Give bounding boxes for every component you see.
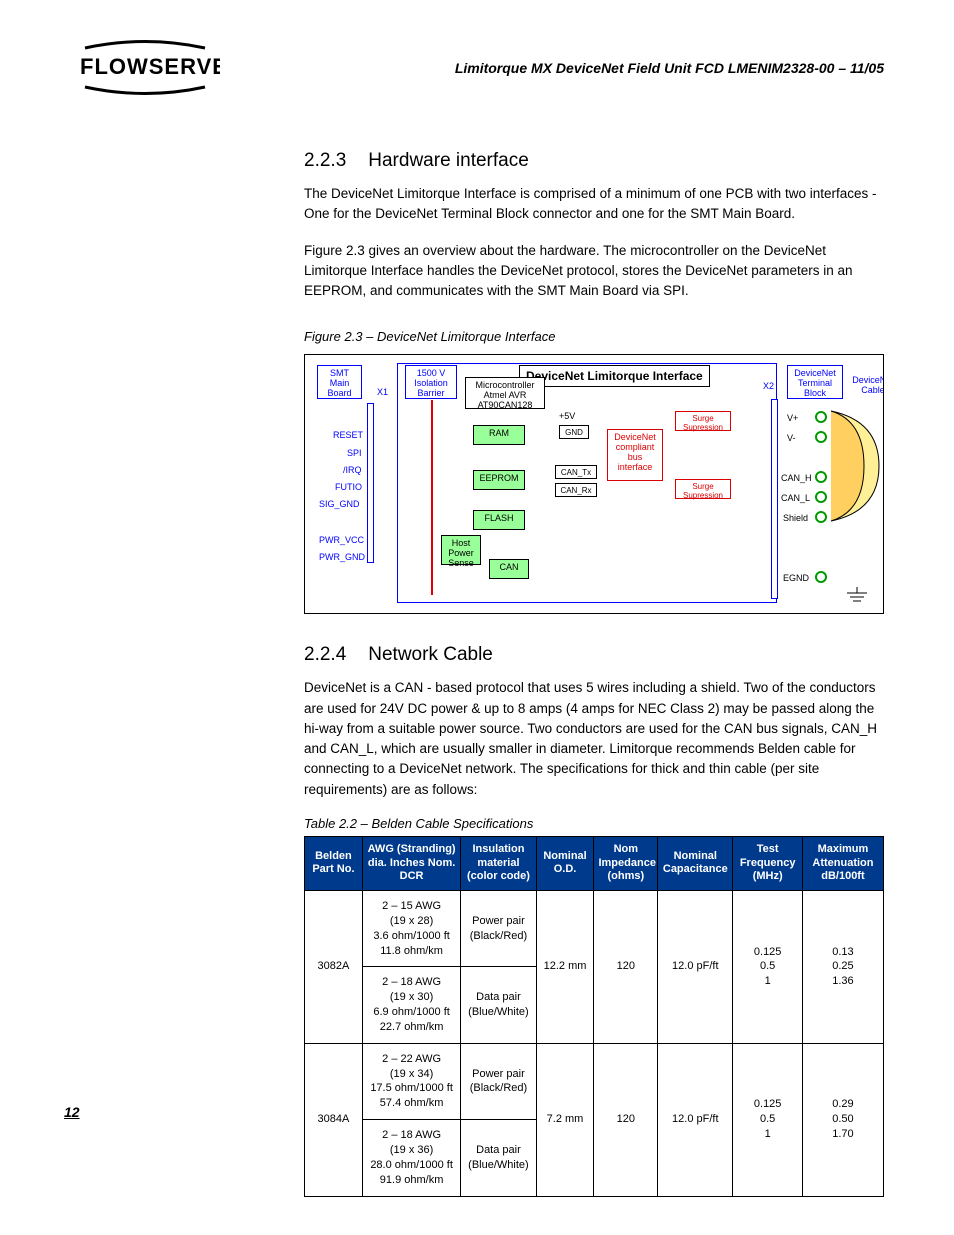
doc-header-title: Limitorque MX DeviceNet Field Unit FCD L… (455, 60, 884, 76)
section-223-p2: Figure 2.3 gives an overview about the h… (304, 241, 884, 302)
section-title: Network Cable (368, 644, 493, 665)
th-part: Belden Part No. (305, 836, 363, 890)
cell-od: 12.2 mm (536, 891, 594, 1044)
cell-ins: Data pair(Blue/White) (461, 967, 536, 1043)
bus-block: DeviceNet compliant bus interface (607, 429, 663, 481)
lbl-pwrvcc: PWR_VCC (319, 535, 364, 545)
section-223-heading: 2.2.3 Hardware interface (304, 150, 884, 172)
cell-awg: 2 – 18 AWG(19 x 36)28.0 ohm/1000 ft91.9 … (362, 1120, 460, 1196)
lbl-x2: X2 (763, 381, 774, 391)
eeprom-block: EEPROM (473, 470, 525, 490)
lbl-vm: V- (787, 433, 796, 443)
cell-cap: 12.0 pF/ft (658, 891, 733, 1044)
th-imp: Nom Impedance (ohms) (594, 836, 658, 890)
section-num: 2.2.4 (304, 644, 346, 665)
lbl-canrx: CAN_Rx (555, 483, 597, 497)
section-224-p1: DeviceNet is a CAN - based protocol that… (304, 678, 884, 800)
cell-od: 7.2 mm (536, 1043, 594, 1196)
can-block: CAN (489, 559, 529, 579)
ram-block: RAM (473, 425, 525, 445)
figure-caption: Figure 2.3 – DeviceNet Limitorque Interf… (304, 329, 884, 344)
cell-awg: 2 – 15 AWG(19 x 28)3.6 ohm/1000 ft11.8 o… (362, 891, 460, 967)
lbl-pwrgnd: PWR_GND (319, 552, 365, 562)
lbl-futio: FUTIO (335, 482, 362, 492)
svg-text:FLOWSERVE: FLOWSERVE (80, 54, 220, 79)
lbl-gnd: GND (559, 425, 589, 439)
lbl-spi: SPI (347, 448, 362, 458)
th-cap: Nominal Capacitance (658, 836, 733, 890)
main-content: 2.2.3 Hardware interface The DeviceNet Li… (304, 150, 884, 1197)
lbl-reset: RESET (333, 430, 363, 440)
cell-awg: 2 – 18 AWG(19 x 30)6.9 ohm/1000 ft22.7 o… (362, 967, 460, 1043)
lbl-canl: CAN_L (781, 493, 810, 503)
lbl-irq: /IRQ (343, 465, 362, 475)
lbl-x1: X1 (377, 387, 388, 397)
spec-table: Belden Part No. AWG (Stranding) dia. Inc… (304, 836, 884, 1197)
cell-ins: Power pair(Black/Red) (461, 1043, 536, 1119)
lbl-cantx: CAN_Tx (555, 465, 597, 479)
lbl-shield: Shield (783, 513, 808, 523)
cell-att: 0.290.501.70 (802, 1043, 883, 1196)
surge1-block: Surge Supression (675, 411, 731, 431)
lbl-siggnd: SIG_GND (319, 499, 360, 509)
table-caption: Table 2.2 – Belden Cable Specifications (304, 816, 884, 831)
lbl-vp: V+ (787, 413, 798, 423)
cell-awg: 2 – 22 AWG(19 x 34)17.5 ohm/1000 ft57.4 … (362, 1043, 460, 1119)
th-ins: Insulation material (color code) (461, 836, 536, 890)
cell-freq: 0.1250.51 (733, 1043, 802, 1196)
page-number: 12 (64, 1104, 80, 1120)
lbl-5v: +5V (559, 411, 575, 421)
section-223-p1: The DeviceNet Limitorque Interface is co… (304, 184, 884, 225)
cell-freq: 0.1250.51 (733, 891, 802, 1044)
cell-cap: 12.0 pF/ft (658, 1043, 733, 1196)
fig-title: DeviceNet Limitorque Interface (519, 365, 710, 387)
figure-2-3: DeviceNet Limitorque Interface SMT Main … (304, 354, 884, 614)
micro-block: Microcontroller Atmel AVR AT90CAN128 (465, 377, 545, 409)
cell-ins: Data pair(Blue/White) (461, 1120, 536, 1196)
cell-att: 0.130.251.36 (802, 891, 883, 1044)
section-title: Hardware interface (368, 150, 529, 171)
cell-imp: 120 (594, 1043, 658, 1196)
th-awg: AWG (Stranding) dia. Inches Nom. DCR (362, 836, 460, 890)
host-block: Host Power Sense (441, 535, 481, 565)
table-row: 3084A 2 – 22 AWG(19 x 34)17.5 ohm/1000 f… (305, 1043, 884, 1119)
cable-lbl: DeviceNet Cable (849, 373, 884, 395)
flash-block: FLASH (473, 510, 525, 530)
th-freq: Test Frequency (MHz) (733, 836, 802, 890)
cell-imp: 120 (594, 891, 658, 1044)
brand-logo: FLOWSERVE (70, 40, 220, 100)
smt-block: SMT Main Board (317, 365, 362, 399)
iso-block: 1500 V Isolation Barrier (405, 365, 457, 399)
table-header-row: Belden Part No. AWG (Stranding) dia. Inc… (305, 836, 884, 890)
th-att: Maximum Attenuation dB/100ft (802, 836, 883, 890)
cell-partno: 3082A (305, 891, 363, 1044)
table-row: 3082A 2 – 15 AWG(19 x 28)3.6 ohm/1000 ft… (305, 891, 884, 967)
section-num: 2.2.3 (304, 150, 346, 171)
cell-ins: Power pair(Black/Red) (461, 891, 536, 967)
section-224-heading: 2.2.4 Network Cable (304, 644, 884, 666)
lbl-egnd: EGND (783, 573, 809, 583)
surge2-block: Surge Supression (675, 479, 731, 499)
termblock: DeviceNet Terminal Block (787, 365, 843, 399)
th-od: Nominal O.D. (536, 836, 594, 890)
cell-partno: 3084A (305, 1043, 363, 1196)
lbl-canh: CAN_H (781, 473, 812, 483)
